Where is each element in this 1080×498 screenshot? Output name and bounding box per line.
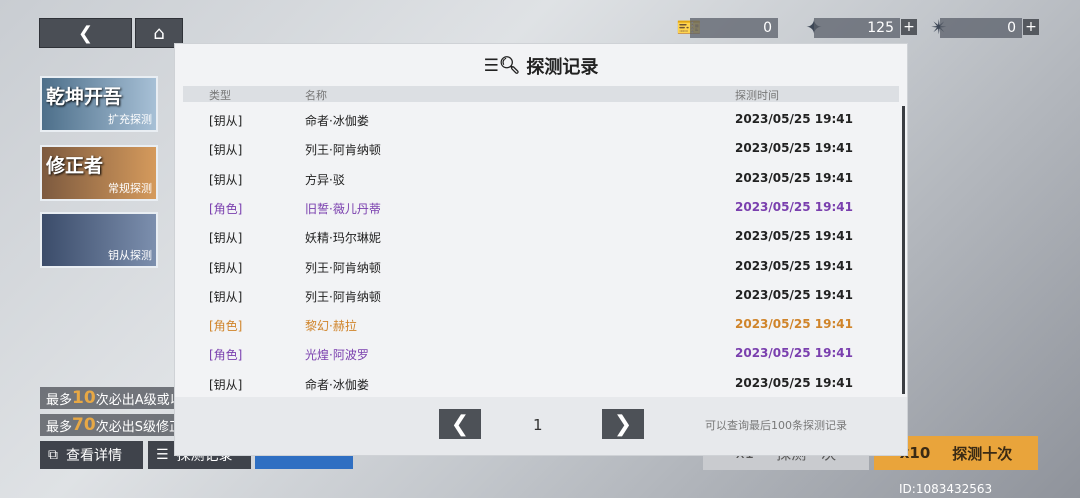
table-row: [钥从] 列王·阿肯纳顿 2023/05/25 19:41: [183, 280, 899, 309]
banner-subtitle: 常规探测: [108, 182, 152, 195]
record-name: 列王·阿肯纳顿: [305, 260, 381, 275]
record-time: 2023/05/25 19:41: [735, 287, 853, 302]
record-type: [钥从]: [209, 143, 243, 158]
dialog-title: ☰🔍︎ 探测记录: [175, 54, 907, 78]
record-type: [钥从]: [209, 231, 243, 246]
view-details-button[interactable]: ⧉ 查看详情: [40, 441, 143, 469]
header-time: 探测时间: [735, 89, 779, 102]
banner-subtitle: 钥从探测: [108, 249, 152, 262]
banner-key-probe[interactable]: 钥从探测: [40, 212, 158, 268]
guarantee-info-a: 最多 10 次必出A级或以: [40, 387, 189, 409]
chevron-right-icon: ❯: [613, 411, 633, 437]
record-type: [钥从]: [209, 377, 243, 392]
banner-expand-probe[interactable]: 乾坤开吾 扩充探测: [40, 76, 158, 132]
record-type: [钥从]: [209, 289, 243, 304]
next-page-button[interactable]: ❯: [602, 409, 644, 439]
table-row: [钥从] 列王·阿肯纳顿 2023/05/25 19:41: [183, 133, 899, 162]
table-header: 类型 名称 探测时间: [183, 86, 899, 102]
chevron-left-icon: ❮: [450, 411, 470, 437]
banner-title: 修正者: [46, 155, 104, 177]
list-icon: ☰: [156, 447, 169, 463]
record-type: [角色]: [209, 348, 243, 363]
table-row: [钥从] 列王·阿肯纳顿 2023/05/25 19:41: [183, 251, 899, 280]
back-button[interactable]: ❮: [39, 18, 132, 48]
resource-gem-value: 0: [940, 18, 1022, 38]
resource-crystal-value: 125: [814, 18, 900, 38]
record-name: 光煌·阿波罗: [305, 348, 369, 363]
record-time: 2023/05/25 19:41: [735, 258, 853, 273]
add-gem-button[interactable]: +: [1023, 19, 1039, 35]
header-name: 名称: [305, 89, 327, 102]
banner-regular-probe[interactable]: 修正者 常规探测: [40, 145, 158, 201]
record-name: 方异·驳: [305, 172, 345, 187]
dialog-title-text: 探测记录: [526, 57, 599, 78]
record-name: 命者·冰伽娄: [305, 377, 369, 392]
record-name: 黎幻·赫拉: [305, 319, 357, 334]
probe-records-dialog: ☰🔍︎ 探测记录 类型 名称 探测时间 [钥从] 命者·冰伽娄 2023/05/25…: [174, 43, 908, 456]
table-row: [钥从] 方异·驳 2023/05/25 19:41: [183, 163, 899, 192]
record-search-icon: ☰🔍︎: [483, 56, 521, 76]
record-name: 旧誓·薇儿丹蒂: [305, 201, 381, 216]
record-type: [角色]: [209, 201, 243, 216]
record-name: 列王·阿肯纳顿: [305, 143, 381, 158]
home-icon: ⌂: [153, 22, 165, 44]
record-type: [钥从]: [209, 260, 243, 275]
record-time: 2023/05/25 19:41: [735, 199, 853, 214]
record-time: 2023/05/25 19:41: [735, 112, 853, 126]
record-time: 2023/05/25 19:41: [735, 346, 853, 361]
record-time: 2023/05/25 19:41: [735, 141, 853, 156]
record-name: 命者·冰伽娄: [305, 114, 369, 128]
record-type: [钥从]: [209, 172, 243, 187]
details-icon: ⧉: [48, 447, 58, 463]
header-type: 类型: [209, 89, 231, 102]
record-time: 2023/05/25 19:41: [735, 170, 853, 185]
record-time: 2023/05/25 19:41: [735, 375, 853, 390]
banner-title: 乾坤开吾: [46, 86, 123, 108]
back-icon: ❮: [77, 22, 94, 44]
banner-subtitle: 扩充探测: [108, 113, 152, 126]
prev-page-button[interactable]: ❮: [439, 409, 481, 439]
record-time: 2023/05/25 19:41: [735, 317, 853, 332]
record-type: [角色]: [209, 319, 243, 334]
guarantee-info-s: 最多 70 次必出S级修正: [40, 414, 188, 436]
table-row: [钥从] 命者·冰伽娄 2023/05/25 19:41: [183, 104, 899, 133]
record-name: 妖精·玛尔琳妮: [305, 231, 381, 246]
add-crystal-button[interactable]: +: [901, 19, 917, 35]
player-id: ID:1083432563: [899, 482, 993, 496]
resource-ticket-value: 0: [690, 18, 778, 38]
record-name: 列王·阿肯纳顿: [305, 289, 381, 304]
table-row: [角色] 旧誓·薇儿丹蒂 2023/05/25 19:41: [183, 192, 899, 221]
record-type: [钥从]: [209, 114, 243, 128]
table-row: [角色] 黎幻·赫拉 2023/05/25 19:41: [183, 309, 899, 338]
records-limit-note: 可以查询最后100条探测记录: [705, 419, 847, 432]
table-row: [角色] 光煌·阿波罗 2023/05/25 19:41: [183, 338, 899, 367]
table-row: [钥从] 妖精·玛尔琳妮 2023/05/25 19:41: [183, 221, 899, 250]
view-details-label: 查看详情: [66, 448, 122, 464]
table-row: [钥从] 命者·冰伽娄 2023/05/25 19:41: [183, 368, 899, 397]
record-time: 2023/05/25 19:41: [735, 229, 853, 244]
probe-ten-label: 探测十次: [952, 444, 1013, 463]
page-number: 1: [533, 416, 543, 434]
scrollbar[interactable]: [902, 106, 905, 394]
